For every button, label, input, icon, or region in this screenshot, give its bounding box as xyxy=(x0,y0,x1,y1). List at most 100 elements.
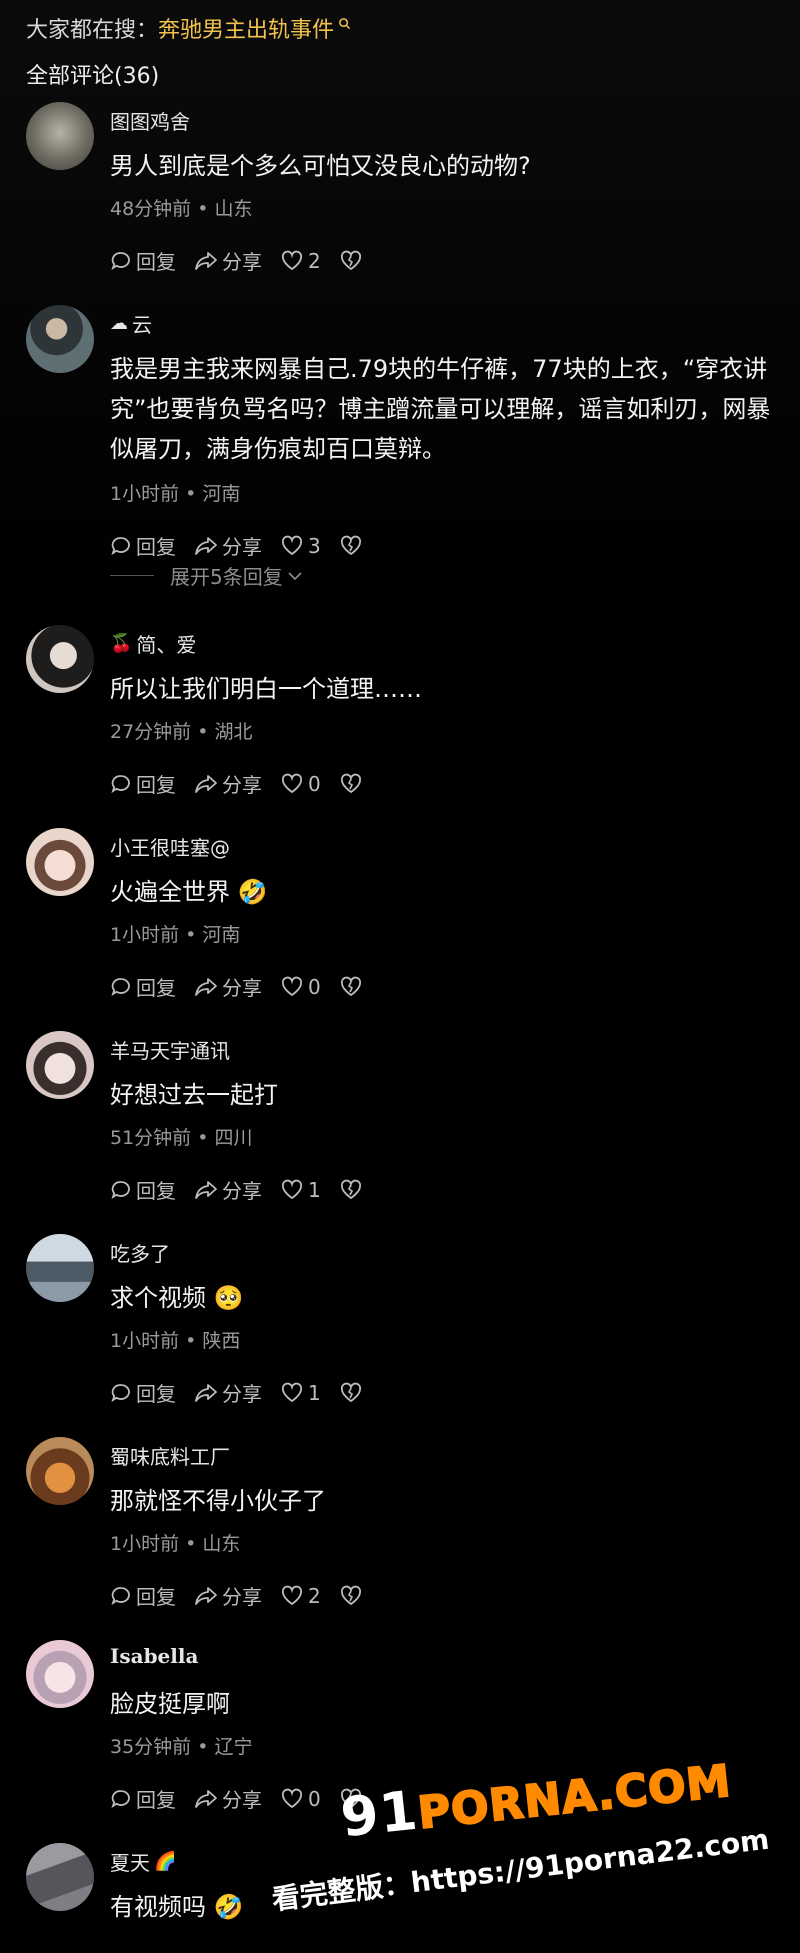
like-button[interactable]: 1 xyxy=(280,1178,321,1202)
avatar[interactable] xyxy=(26,1843,94,1911)
reply-icon xyxy=(111,536,130,555)
heart-icon xyxy=(281,1585,303,1605)
reply-button[interactable]: 回复 xyxy=(110,972,176,1001)
reply-icon xyxy=(111,1180,130,1199)
avatar[interactable] xyxy=(26,1234,94,1302)
search-hint[interactable]: 大家都在搜： 奔驰男主出轨事件 xyxy=(26,12,351,44)
like-count: 0 xyxy=(308,1786,321,1811)
share-button[interactable]: 分享 xyxy=(194,246,262,275)
reply-icon xyxy=(111,1586,130,1605)
heart-icon xyxy=(281,773,303,793)
like-count: 0 xyxy=(308,974,321,999)
username-text: 简、爱 xyxy=(136,633,197,657)
dislike-button[interactable] xyxy=(339,1179,367,1201)
reply-label: 回复 xyxy=(136,773,176,797)
avatar[interactable] xyxy=(26,1031,94,1099)
comment-meta: 1小时前 • 山东 xyxy=(110,1533,241,1555)
reply-button[interactable]: 回复 xyxy=(110,769,176,798)
comment-text-body: 火遍全世界 xyxy=(110,878,230,906)
reply-icon xyxy=(111,251,130,270)
reply-label: 回复 xyxy=(136,535,176,559)
heart-icon xyxy=(281,1382,303,1402)
search-icon[interactable] xyxy=(338,17,351,30)
dislike-button[interactable] xyxy=(339,1585,367,1607)
username-text: 云 xyxy=(132,313,152,337)
like-button[interactable]: 2 xyxy=(280,1584,321,1608)
comment-item: 小王很哇塞@ 火遍全世界 🤣 1小时前 • 河南 回复 分享 0 xyxy=(0,828,800,1031)
dislike-button[interactable] xyxy=(339,976,367,998)
comment-actions: 回复 分享 2 xyxy=(110,1581,385,1610)
reply-button[interactable]: 回复 xyxy=(110,246,176,275)
comment-actions: 回复 分享 2 xyxy=(110,246,385,275)
like-button[interactable]: 0 xyxy=(280,1787,321,1811)
like-button[interactable]: 0 xyxy=(280,975,321,999)
dislike-button[interactable] xyxy=(339,250,367,272)
dislike-button[interactable] xyxy=(339,1382,367,1404)
comment-text: 我是男主我来网暴自己.79块的牛仔裤，77块的上衣，“穿衣讲究”也要背负骂名吗？… xyxy=(110,355,771,463)
username-text: 图图鸡舍 xyxy=(110,110,190,134)
reply-button[interactable]: 回复 xyxy=(110,1581,176,1610)
comment-username[interactable]: 吃多了 xyxy=(110,1238,170,1267)
avatar[interactable] xyxy=(26,305,94,373)
reply-button[interactable]: 回复 xyxy=(110,1378,176,1407)
share-button[interactable]: 分享 xyxy=(194,1784,262,1813)
broken-heart-icon xyxy=(340,535,361,555)
comment-username[interactable]: ☁ 云 xyxy=(110,309,152,338)
broken-heart-icon xyxy=(340,1788,361,1808)
share-button[interactable]: 分享 xyxy=(194,769,262,798)
dislike-button[interactable] xyxy=(339,535,367,557)
share-label: 分享 xyxy=(222,535,262,559)
share-button[interactable]: 分享 xyxy=(194,1581,262,1610)
avatar[interactable] xyxy=(26,625,94,693)
share-button[interactable]: 分享 xyxy=(194,1378,262,1407)
dislike-button[interactable] xyxy=(339,773,367,795)
avatar[interactable] xyxy=(26,1437,94,1505)
comment-item: 🍒 简、爱 所以让我们明白一个道理…… 27分钟前 • 湖北 回复 分享 0 xyxy=(0,625,800,828)
comment-username[interactable]: 图图鸡舍 xyxy=(110,106,190,135)
share-label: 分享 xyxy=(222,773,262,797)
avatar[interactable] xyxy=(26,1640,94,1708)
heart-icon xyxy=(281,535,303,555)
share-button[interactable]: 分享 xyxy=(194,972,262,1001)
share-button[interactable]: 分享 xyxy=(194,531,262,560)
comment-text: 脸皮挺厚啊 xyxy=(110,1690,230,1718)
broken-heart-icon xyxy=(340,250,361,270)
share-button[interactable]: 分享 xyxy=(194,1175,262,1204)
comment-username[interactable]: 蜀味底料工厂 xyxy=(110,1441,230,1470)
search-hint-term[interactable]: 奔驰男主出轨事件 xyxy=(158,12,334,44)
like-count: 0 xyxy=(308,771,321,796)
share-label: 分享 xyxy=(222,976,262,1000)
share-icon xyxy=(195,251,217,270)
laughing-emoji-icon: 🤣 xyxy=(237,878,268,906)
reply-button[interactable]: 回复 xyxy=(110,1175,176,1204)
comment-username[interactable]: Isabella xyxy=(110,1644,198,1668)
comment-meta: 51分钟前 • 四川 xyxy=(110,1127,253,1149)
username-text: 小王很哇塞@ xyxy=(110,836,230,860)
comment-meta: 1小时前 • 陕西 xyxy=(110,1330,241,1352)
reply-button[interactable]: 回复 xyxy=(110,1784,176,1813)
rainbow-icon: 🌈 xyxy=(154,1851,177,1872)
reply-button[interactable]: 回复 xyxy=(110,531,176,560)
comment-item: 吃多了 求个视频 🥺 1小时前 • 陕西 回复 分享 1 xyxy=(0,1234,800,1437)
comment-actions: 回复 分享 0 xyxy=(110,1784,385,1813)
reply-label: 回复 xyxy=(136,976,176,1000)
heart-icon xyxy=(281,250,303,270)
like-button[interactable]: 0 xyxy=(280,772,321,796)
avatar[interactable] xyxy=(26,828,94,896)
expand-replies-button[interactable]: 展开5条回复 xyxy=(110,561,304,590)
avatar[interactable] xyxy=(26,102,94,170)
comment-text: 好想过去一起打 xyxy=(110,1081,278,1109)
like-button[interactable]: 2 xyxy=(280,249,321,273)
comment-username[interactable]: 羊马天宇通讯 xyxy=(110,1035,230,1064)
username-text: 蜀味底料工厂 xyxy=(110,1445,230,1469)
comment-username[interactable]: 夏天 🌈 xyxy=(110,1847,176,1876)
dislike-button[interactable] xyxy=(339,1788,367,1810)
comment-username[interactable]: 🍒 简、爱 xyxy=(110,629,196,658)
share-icon xyxy=(195,774,217,793)
comment-username[interactable]: 小王很哇塞@ xyxy=(110,832,230,861)
share-icon xyxy=(195,1789,217,1808)
comment-actions: 回复 分享 1 xyxy=(110,1175,385,1204)
like-count: 3 xyxy=(308,533,321,558)
like-button[interactable]: 3 xyxy=(280,534,321,558)
like-button[interactable]: 1 xyxy=(280,1381,321,1405)
